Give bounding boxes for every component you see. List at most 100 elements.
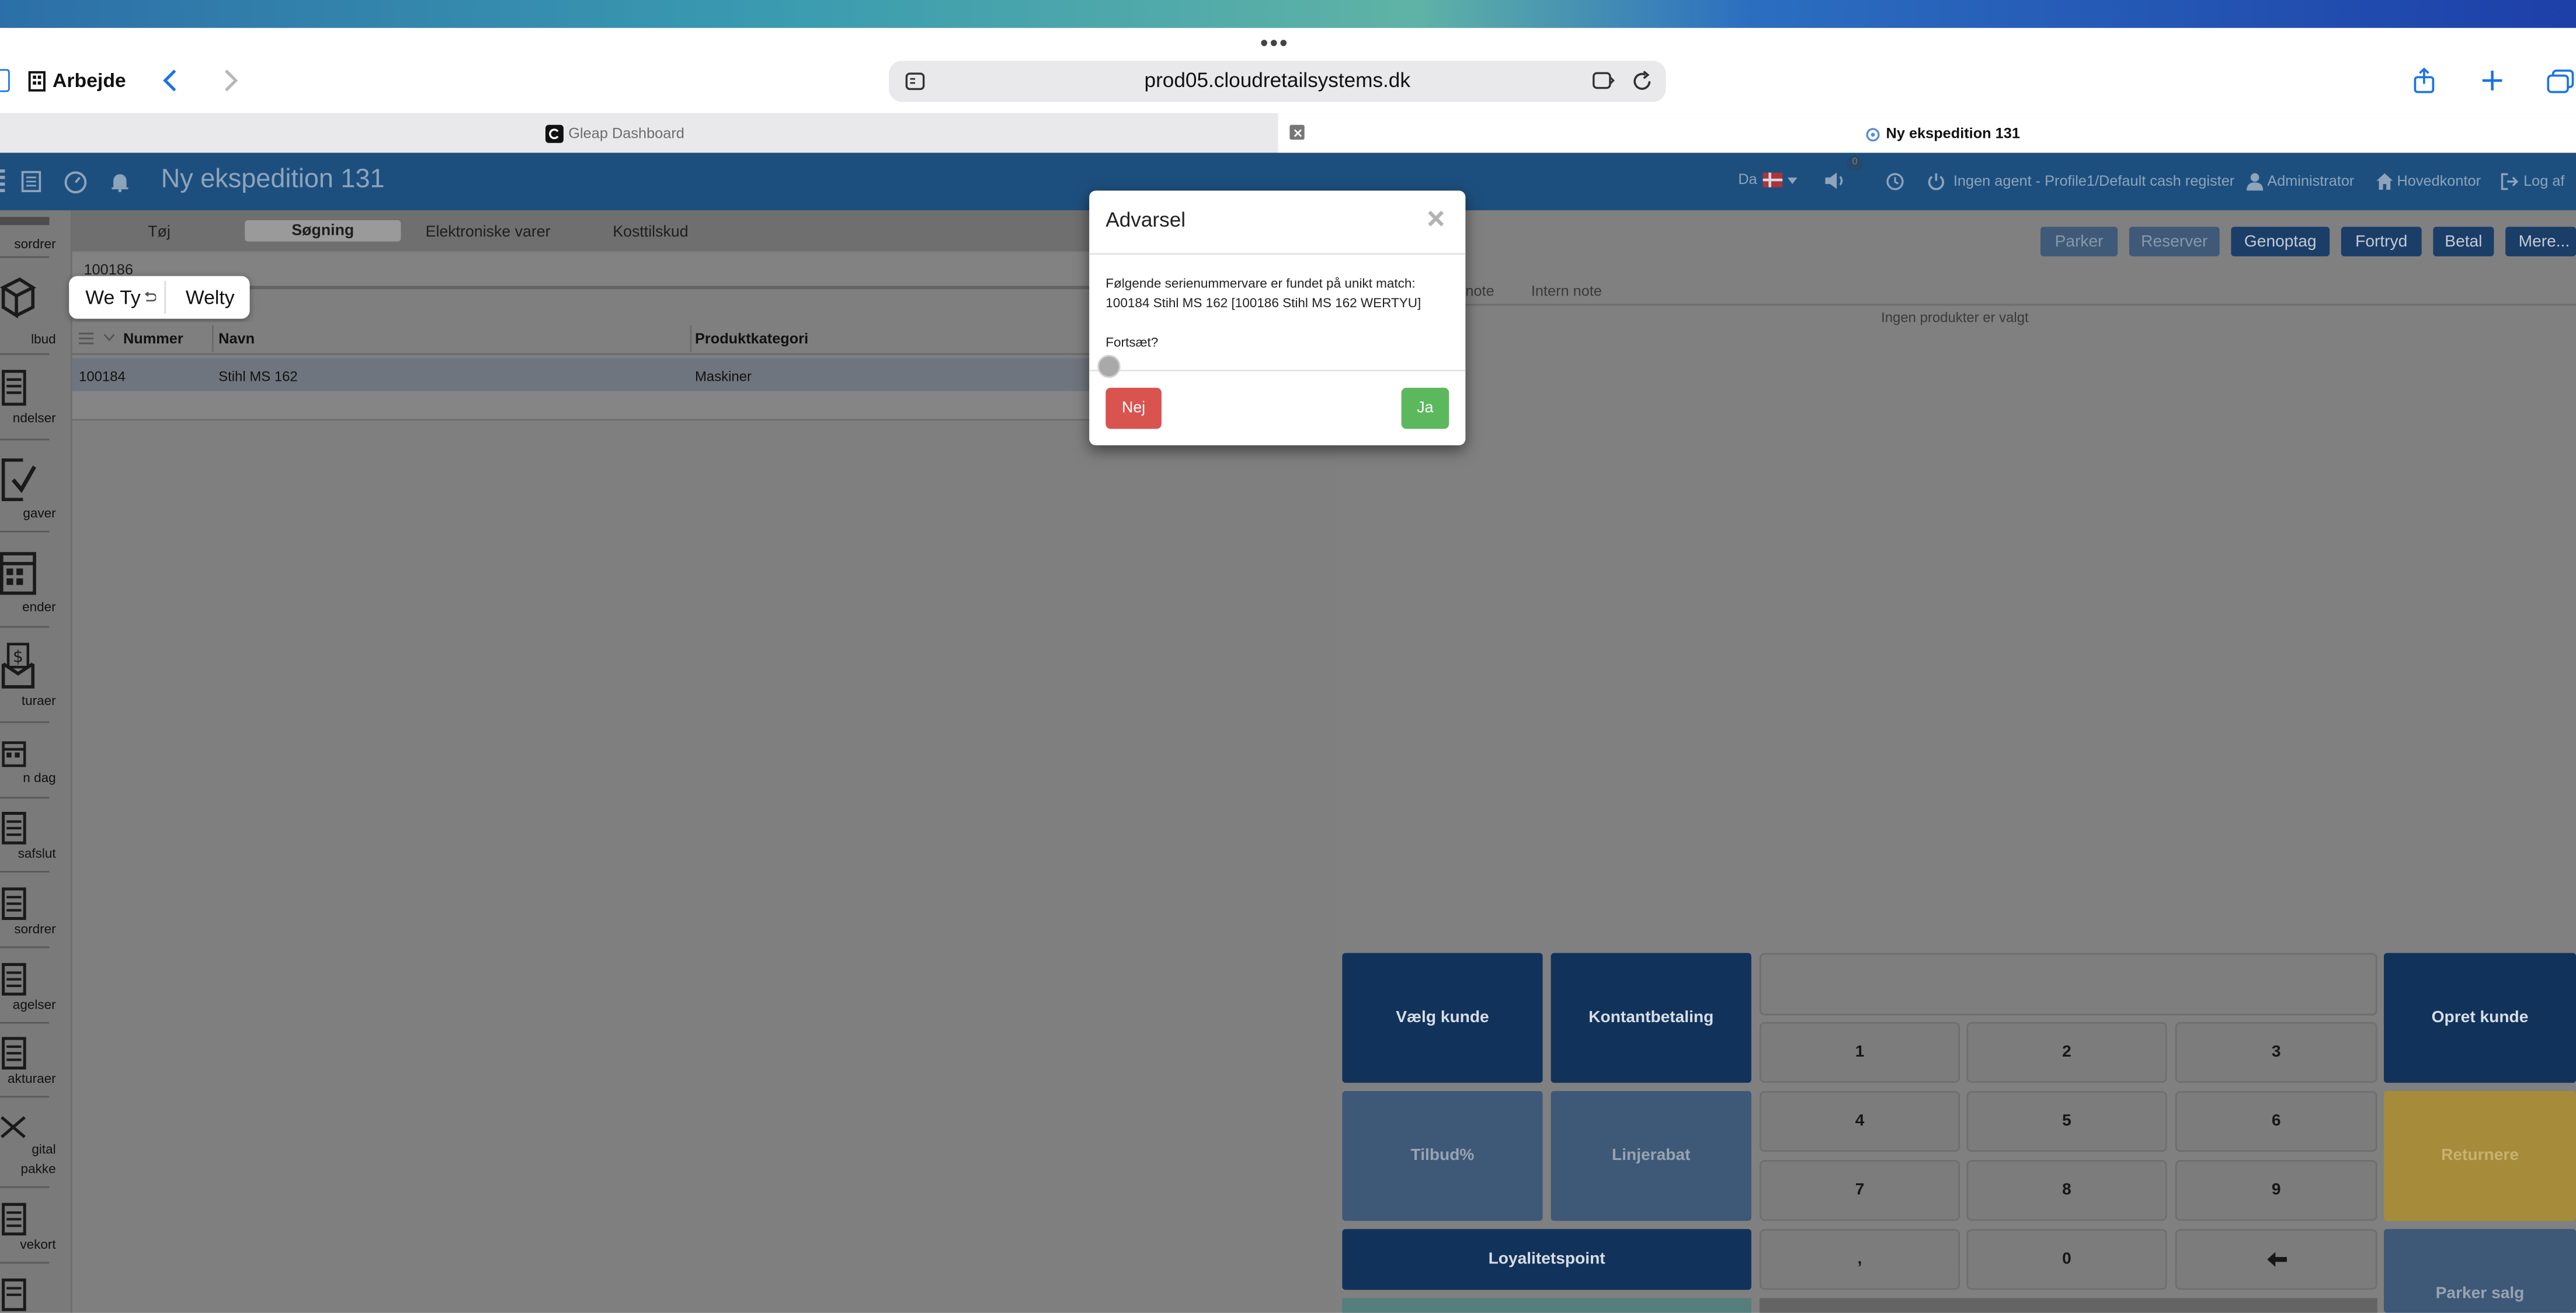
category-tab-toej[interactable]: Tøj: [148, 224, 171, 242]
sidebar-item-dagsafslut[interactable]: safslut: [0, 807, 56, 869]
language-label[interactable]: Da: [1738, 171, 1757, 187]
sidebar-item-label: ender: [22, 599, 56, 615]
user-icon: [2244, 171, 2264, 191]
column-header-navn[interactable]: Navn: [218, 330, 255, 346]
sidebar-item-fakturaer[interactable]: $ turaer: [0, 638, 56, 713]
return-button[interactable]: Returnere: [2383, 1090, 2576, 1221]
category-tab-soegning[interactable]: Søgning: [245, 220, 401, 242]
key-7[interactable]: 7: [1759, 1160, 1960, 1221]
sidebar-item-ordrer-1[interactable]: sordrer: [0, 210, 56, 253]
category-tab-kosttilskud[interactable]: Kosttilskud: [613, 224, 688, 242]
history-icon[interactable]: [1885, 171, 1904, 191]
sidebar-item-forespoergelser[interactable]: agelser: [0, 958, 56, 1020]
power-icon[interactable]: [1925, 171, 1945, 191]
key-6[interactable]: 6: [2175, 1090, 2377, 1152]
column-chooser-icon[interactable]: [77, 330, 93, 345]
column-header-produktkategori[interactable]: Produktkategori: [695, 330, 808, 346]
logout-link[interactable]: Log af: [2523, 172, 2564, 189]
sidebar-item-handelser[interactable]: ndelser: [0, 365, 56, 431]
url-text[interactable]: prod05.cloudretailsystems.dk: [889, 69, 1666, 92]
new-tab-icon[interactable]: [2479, 67, 2505, 93]
resume-button[interactable]: Genoptag: [2231, 227, 2330, 256]
divider: [0, 1262, 50, 1264]
divider: [690, 325, 692, 352]
extra-button-partial[interactable]: [1342, 1298, 1751, 1313]
divider: [1089, 369, 1466, 371]
chevron-down-icon[interactable]: [1786, 174, 1798, 186]
amount-display[interactable]: [1759, 953, 2377, 1016]
key-9[interactable]: 9: [2175, 1160, 2377, 1221]
column-header-nummer[interactable]: Nummer: [123, 330, 183, 346]
sound-icon[interactable]: [1822, 169, 1848, 191]
search-input-value[interactable]: 100186: [84, 261, 133, 277]
list-icon[interactable]: [20, 169, 43, 192]
dashboard-gauge-icon[interactable]: [62, 169, 87, 194]
sidebar-item-kreditfakturaer[interactable]: akturaer: [0, 1032, 56, 1095]
sidebar-item-label: sordrer: [14, 922, 56, 937]
pay-button[interactable]: Betal: [2433, 227, 2494, 256]
undo-button[interactable]: Fortryd: [2341, 227, 2422, 256]
offer-percent-button[interactable]: Tilbud%: [1342, 1090, 1543, 1221]
sidebar-item-ordrer-2[interactable]: sordrer: [0, 883, 56, 945]
user-name[interactable]: Administrator: [2267, 172, 2354, 189]
location-name[interactable]: Hovedkontor: [2397, 172, 2481, 189]
category-tab-elektroniske-varer[interactable]: Elektroniske varer: [426, 224, 551, 242]
key-3[interactable]: 3: [2175, 1022, 2377, 1083]
key-8[interactable]: 8: [1966, 1160, 2167, 1221]
key-0[interactable]: 0: [1966, 1229, 2167, 1290]
more-button[interactable]: Mere...: [2505, 227, 2576, 256]
menu-icon[interactable]: [0, 169, 5, 193]
reserve-button[interactable]: Reserver: [2129, 227, 2220, 256]
tab-overview-icon[interactable]: [2545, 67, 2576, 93]
close-tab-icon[interactable]: [1289, 124, 1305, 140]
sidebar-item-digital-pakke[interactable]: gital pakke: [0, 1106, 56, 1181]
key-5[interactable]: 5: [1966, 1090, 2167, 1152]
chevron-down-icon[interactable]: [102, 332, 115, 342]
desktop-wallpaper: [0, 0, 2576, 28]
danish-flag-icon[interactable]: [1761, 172, 1783, 187]
agent-status[interactable]: Ingen agent - Profile1/Default cash regi…: [1953, 172, 2234, 189]
sidebar-item-kalender[interactable]: ender: [0, 544, 56, 619]
key-4[interactable]: 4: [1759, 1090, 1960, 1152]
choose-customer-button[interactable]: Vælg kunde: [1342, 953, 1543, 1083]
notification-badge: 0: [1847, 156, 1864, 171]
share-icon[interactable]: [2410, 66, 2436, 96]
sidebar-toggle-icon[interactable]: [0, 69, 10, 92]
key-1[interactable]: 1: [1759, 1022, 1960, 1083]
close-icon[interactable]: [1424, 207, 1446, 228]
logout-icon[interactable]: [2499, 171, 2519, 191]
tab-gleap-dashboard[interactable]: Gleap Dashboard: [568, 125, 684, 141]
sidebar-item-gavekort[interactable]: vekort: [0, 1198, 56, 1260]
back-icon[interactable]: [158, 67, 180, 93]
bell-icon[interactable]: [109, 169, 131, 194]
park-button[interactable]: Parker: [2040, 227, 2118, 256]
line-discount-button[interactable]: Linjerabat: [1551, 1090, 1751, 1221]
list-icon: [0, 217, 50, 225]
tab-intern-note[interactable]: Intern note: [1531, 283, 1602, 299]
key-backspace[interactable]: [2175, 1229, 2377, 1290]
key-comma[interactable]: ,: [1759, 1229, 1960, 1290]
envelope-icon: [0, 1109, 26, 1142]
cash-payment-button[interactable]: Kontantbetaling: [1551, 953, 1751, 1083]
divider: [1089, 253, 1466, 255]
tab-note[interactable]: note: [1465, 283, 1494, 299]
window-handle[interactable]: •••: [1260, 30, 1289, 56]
yes-button[interactable]: Ja: [1401, 387, 1449, 429]
sidebar-item-dag[interactable]: n dag: [0, 733, 56, 792]
extension-icon[interactable]: [1590, 69, 1616, 92]
forward-icon[interactable]: [218, 67, 241, 93]
tab-group-label[interactable]: Arbejde: [53, 69, 126, 92]
sidebar-item-opgaver[interactable]: gaver: [0, 450, 56, 526]
park-sale-button[interactable]: Parker salg: [2383, 1229, 2576, 1313]
loyalty-points-button[interactable]: Loyalitetspoint: [1342, 1229, 1751, 1290]
sidebar-item-more[interactable]: [0, 1273, 56, 1313]
tab-active-title[interactable]: Ny ekspedition 131: [1886, 125, 2020, 141]
extra-button-partial[interactable]: [1759, 1298, 2377, 1313]
create-customer-button[interactable]: Opret kunde: [2383, 953, 2576, 1083]
sidebar-item-tilbud[interactable]: lbud: [0, 269, 56, 348]
key-2[interactable]: 2: [1966, 1022, 2167, 1083]
reload-icon[interactable]: [1628, 67, 1654, 93]
suggestion-we-ty[interactable]: We Ty: [85, 286, 140, 308]
suggestion-welty[interactable]: Welty: [186, 286, 235, 308]
no-button[interactable]: Nej: [1106, 387, 1162, 429]
